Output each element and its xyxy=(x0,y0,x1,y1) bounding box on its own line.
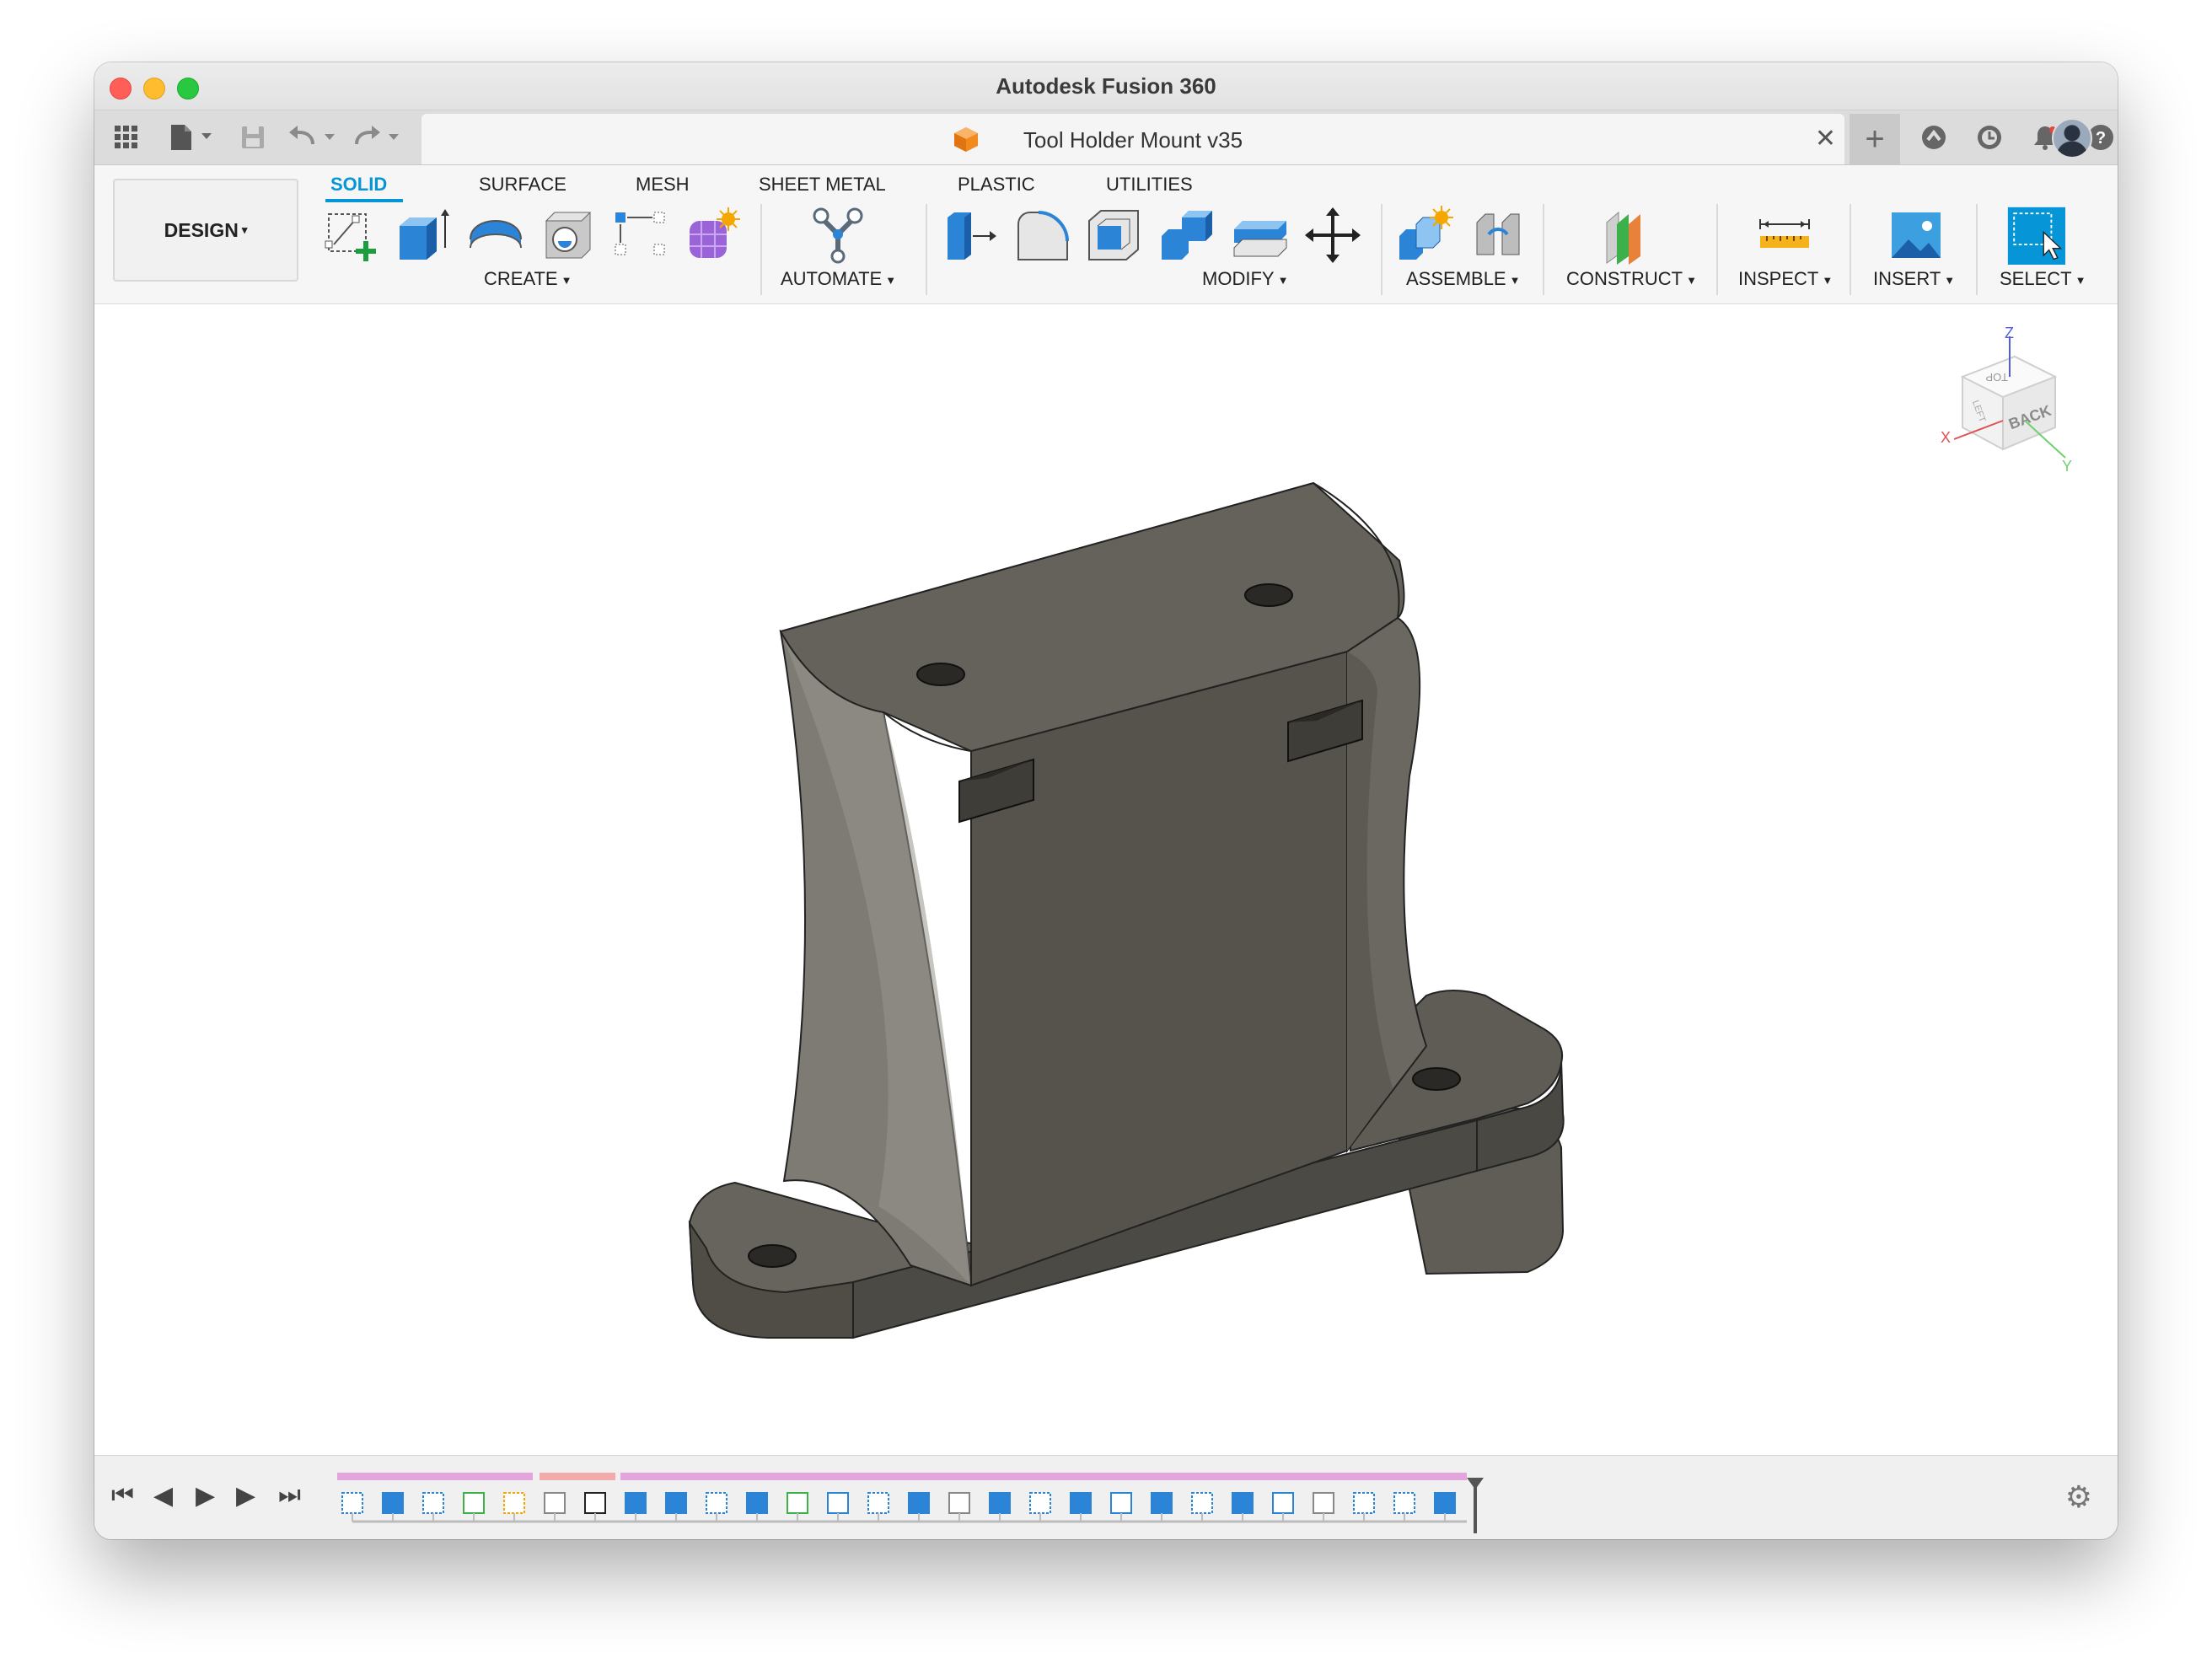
timeline-feature-icon[interactable] xyxy=(1393,1492,1415,1514)
axis-x-label: X xyxy=(1941,429,1951,446)
timeline-feature-icon[interactable] xyxy=(1313,1492,1334,1514)
document-tab-bar: Tool Holder Mount v35 ✕ + ? xyxy=(94,110,2118,165)
timeline-feature-icon[interactable] xyxy=(544,1492,566,1514)
axis-z-label: Z xyxy=(2005,326,2014,341)
construct-menu[interactable]: CONSTRUCT ▼ xyxy=(1566,268,1697,290)
timeline-feature-icon[interactable] xyxy=(1110,1492,1132,1514)
assemble-menu[interactable]: ASSEMBLE ▼ xyxy=(1406,268,1520,290)
select-menu[interactable]: SELECT ▼ xyxy=(2000,268,2086,290)
shell-icon[interactable] xyxy=(1086,206,1145,265)
timeline-feature-icon[interactable] xyxy=(867,1492,889,1514)
viewcube-top-label: TOP xyxy=(1986,371,2009,384)
axis-y-label: Y xyxy=(2062,458,2072,475)
tab-surface[interactable]: SURFACE xyxy=(479,174,566,196)
insert-menu[interactable]: INSERT ▼ xyxy=(1873,268,1955,290)
combine-icon[interactable] xyxy=(1158,206,1217,265)
measure-icon[interactable] xyxy=(1755,206,1814,265)
timeline-feature-icon[interactable] xyxy=(1434,1492,1456,1514)
timeline-feature-icon[interactable] xyxy=(382,1492,404,1514)
tab-sheet-metal[interactable]: SHEET METAL xyxy=(759,174,886,196)
hole-icon[interactable] xyxy=(540,206,599,265)
timeline-feature-icon[interactable] xyxy=(948,1492,970,1514)
tab-utilities[interactable]: UTILITIES xyxy=(1106,174,1193,196)
offset-plane-icon[interactable] xyxy=(1598,206,1657,265)
extension-icon[interactable] xyxy=(1917,121,1951,154)
timeline-feature-icon[interactable] xyxy=(1070,1492,1092,1514)
press-pull-icon[interactable] xyxy=(941,206,1000,265)
timeline-feature-icon[interactable] xyxy=(584,1492,606,1514)
timeline-feature-icon[interactable] xyxy=(908,1492,930,1514)
job-status-icon[interactable] xyxy=(1973,121,2006,154)
active-tab-indicator xyxy=(325,199,403,202)
timeline-feature-icon[interactable] xyxy=(463,1492,485,1514)
timeline-feature-icon[interactable] xyxy=(1151,1492,1173,1514)
timeline-feature-icon[interactable] xyxy=(503,1492,525,1514)
revolve-icon[interactable] xyxy=(467,206,526,265)
automate-icon[interactable] xyxy=(808,206,867,265)
redo-icon[interactable] xyxy=(349,110,406,164)
automate-menu[interactable]: AUTOMATE ▼ xyxy=(781,268,896,290)
timeline-feature-icon[interactable] xyxy=(665,1492,687,1514)
timeline: ⏮ ◀ ▶ ▶ ⏭ ⚙ xyxy=(94,1455,2118,1539)
timeline-settings-gear-icon[interactable]: ⚙ xyxy=(2065,1479,2092,1515)
tool-holder-model[interactable] xyxy=(94,304,2118,1522)
timeline-feature-icon[interactable] xyxy=(1029,1492,1051,1514)
apps-grid-icon[interactable] xyxy=(106,110,147,164)
tab-mesh[interactable]: MESH xyxy=(636,174,690,196)
toolbar-ribbon: DESIGN ▾ SOLID SURFACE MESH SHEET METAL … xyxy=(94,165,2118,304)
offset-face-icon[interactable] xyxy=(1231,206,1290,265)
save-icon[interactable] xyxy=(234,110,271,164)
timeline-feature-icon[interactable] xyxy=(341,1492,363,1514)
timeline-feature-icon[interactable] xyxy=(1353,1492,1375,1514)
document-title: Tool Holder Mount v35 xyxy=(1023,127,1243,153)
timeline-feature-track[interactable] xyxy=(94,1456,1595,1539)
view-cube[interactable]: TOP BACK LEFT Z X Y xyxy=(1937,326,2080,486)
tab-solid[interactable]: SOLID xyxy=(330,174,387,196)
tab-plastic[interactable]: PLASTIC xyxy=(958,174,1035,196)
joint-icon[interactable] xyxy=(1468,206,1527,265)
chevron-down-icon: ▾ xyxy=(241,223,248,236)
new-tab-button[interactable]: + xyxy=(1850,114,1900,164)
undo-icon[interactable] xyxy=(285,110,342,164)
file-menu-icon[interactable] xyxy=(162,110,221,164)
extrude-icon[interactable] xyxy=(395,206,454,265)
insert-image-icon[interactable] xyxy=(1887,206,1946,265)
app-window: Autodesk Fusion 360 Tool Holder Mount v3… xyxy=(94,62,2118,1539)
move-copy-icon[interactable] xyxy=(1303,206,1362,265)
workspace-switcher[interactable]: DESIGN ▾ xyxy=(113,179,298,282)
pattern-icon[interactable] xyxy=(612,206,671,265)
timeline-feature-icon[interactable] xyxy=(787,1492,808,1514)
create-sketch-icon[interactable] xyxy=(322,206,381,265)
workspace-label: DESIGN xyxy=(164,218,239,241)
viewport-canvas[interactable]: TOP BACK LEFT Z X Y ✥▾ ⊟ ✋ ⌕ ⌕▾ ▭▾ ▦▾ ⊞▾… xyxy=(94,304,2118,1522)
create-form-icon[interactable] xyxy=(685,206,744,265)
app-title: Autodesk Fusion 360 xyxy=(996,73,1216,99)
inspect-menu[interactable]: INSPECT ▼ xyxy=(1738,268,1833,290)
document-tab[interactable]: Tool Holder Mount v35 ✕ xyxy=(421,114,1844,164)
timeline-feature-icon[interactable] xyxy=(422,1492,444,1514)
timeline-feature-icon[interactable] xyxy=(746,1492,768,1514)
timeline-feature-icon[interactable] xyxy=(1232,1492,1254,1514)
timeline-feature-icon[interactable] xyxy=(827,1492,849,1514)
new-component-icon[interactable] xyxy=(1396,206,1455,265)
fillet-icon[interactable] xyxy=(1013,206,1072,265)
timeline-feature-icon[interactable] xyxy=(1191,1492,1213,1514)
modify-menu[interactable]: MODIFY ▼ xyxy=(1202,268,1288,290)
profile-avatar[interactable] xyxy=(2052,118,2092,158)
timeline-feature-icon[interactable] xyxy=(989,1492,1011,1514)
svg-text:?: ? xyxy=(2096,129,2106,148)
select-icon[interactable] xyxy=(2006,206,2065,265)
timeline-feature-icon[interactable] xyxy=(1272,1492,1294,1514)
close-tab-icon[interactable]: ✕ xyxy=(1815,124,1836,153)
timeline-feature-icon[interactable] xyxy=(625,1492,647,1514)
title-bar: Autodesk Fusion 360 xyxy=(94,62,2118,110)
timeline-feature-icon[interactable] xyxy=(706,1492,727,1514)
create-menu[interactable]: CREATE ▼ xyxy=(484,268,572,290)
